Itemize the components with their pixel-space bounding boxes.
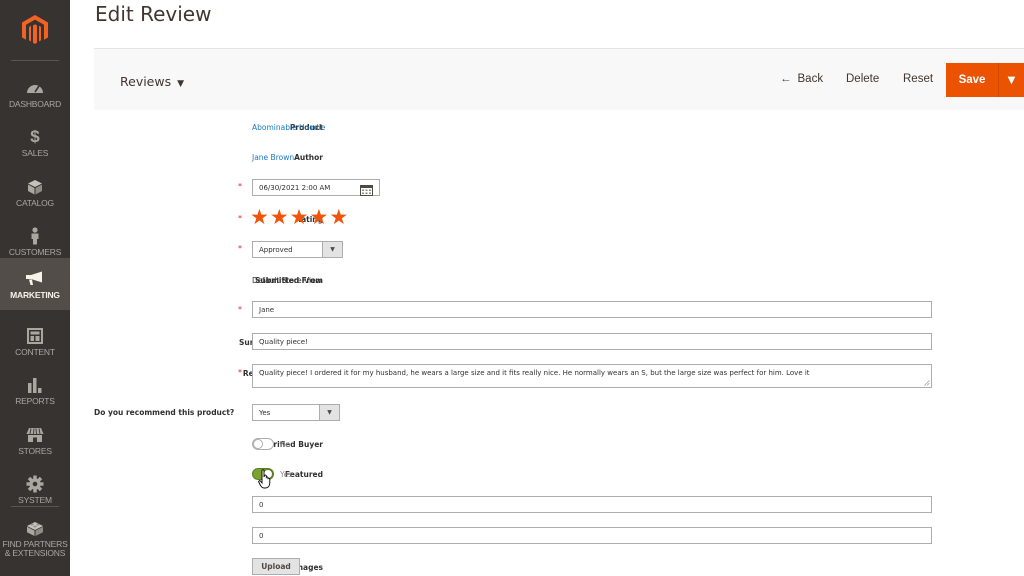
caret-down-icon: ▼ bbox=[1007, 74, 1016, 86]
submitted-from-value: Default Store View bbox=[252, 276, 322, 285]
sidebar-item-content[interactable]: Content bbox=[0, 316, 70, 366]
person-icon bbox=[30, 226, 40, 246]
brick-icon bbox=[26, 518, 44, 538]
box-icon bbox=[27, 177, 43, 197]
caret-down-icon: ▼ bbox=[319, 405, 339, 420]
page-actions-bar: Reviews ▼ ← Back Delete Reset Save ▼ bbox=[94, 48, 1024, 110]
product-link[interactable]: Abominable Hoodie bbox=[252, 123, 325, 132]
magento-logo[interactable] bbox=[0, 0, 70, 60]
review-textarea[interactable]: Quality piece! I ordered it for my husba… bbox=[252, 364, 932, 388]
featured-state: Yes bbox=[280, 470, 293, 479]
votes-positive-input[interactable]: 0 bbox=[252, 496, 932, 513]
back-label: Back bbox=[797, 73, 824, 85]
caret-down-icon: ▼ bbox=[322, 242, 342, 257]
star-icon-5[interactable]: ★ bbox=[329, 207, 348, 228]
admin-sidebar: Dashboard $ Sales Catalog Customers Mark… bbox=[0, 0, 70, 576]
required-marker: * bbox=[238, 305, 242, 314]
store-switcher-label: Reviews bbox=[120, 74, 172, 89]
sidebar-item-sales[interactable]: $ Sales bbox=[0, 117, 70, 167]
star-icon-1[interactable]: ★ bbox=[250, 207, 269, 228]
nickname-input[interactable]: Jane bbox=[252, 301, 932, 318]
recommend-value: Yes bbox=[259, 409, 271, 417]
votes-negative-value: 0 bbox=[259, 532, 264, 540]
sidebar-item-stores[interactable]: Stores bbox=[0, 415, 70, 465]
summary-value: Quality piece! bbox=[259, 338, 308, 346]
star-icon-3[interactable]: ★ bbox=[290, 207, 309, 228]
votes-positive-value: 0 bbox=[259, 501, 264, 509]
resize-handle-icon[interactable] bbox=[924, 380, 930, 386]
nickname-value: Jane bbox=[259, 306, 275, 314]
upload-button[interactable]: Upload bbox=[252, 558, 300, 575]
summary-input[interactable]: Quality piece! bbox=[252, 333, 932, 350]
calendar-icon[interactable] bbox=[360, 181, 373, 200]
gear-icon bbox=[26, 474, 44, 494]
arrow-left-icon: ← bbox=[780, 73, 792, 85]
required-marker: * bbox=[238, 182, 242, 191]
hand-cursor-icon bbox=[258, 469, 271, 489]
dashboard-icon bbox=[26, 78, 44, 98]
sidebar-divider bbox=[11, 506, 59, 507]
logo-divider bbox=[11, 60, 59, 61]
sidebar-item-find-partners[interactable]: Find Partners & Extensions bbox=[0, 512, 70, 564]
required-marker: * bbox=[238, 368, 242, 377]
sidebar-item-catalog[interactable]: Catalog bbox=[0, 167, 70, 217]
delete-button[interactable]: Delete bbox=[846, 73, 879, 85]
back-button[interactable]: ← Back bbox=[780, 73, 823, 85]
required-marker: * bbox=[238, 244, 242, 253]
bar-chart-icon bbox=[27, 375, 43, 395]
layout-icon bbox=[27, 326, 43, 346]
rating-stars[interactable]: ★ ★ ★ ★ ★ bbox=[250, 207, 348, 228]
author-link[interactable]: Jane Brown bbox=[252, 153, 294, 162]
magento-logo-icon bbox=[22, 15, 48, 44]
store-switcher[interactable]: Reviews ▼ bbox=[120, 74, 184, 89]
status-select[interactable]: Approved ▼ bbox=[252, 241, 343, 258]
author-label: Author bbox=[294, 153, 323, 162]
caret-down-icon: ▼ bbox=[177, 79, 185, 89]
sidebar-item-dashboard[interactable]: Dashboard bbox=[0, 68, 70, 118]
star-icon-2[interactable]: ★ bbox=[270, 207, 289, 228]
verified-buyer-toggle[interactable] bbox=[252, 438, 274, 450]
recommend-label: Do you recommend this product? bbox=[94, 408, 235, 417]
sidebar-item-reports[interactable]: Reports bbox=[0, 365, 70, 415]
verified-buyer-state: No bbox=[280, 440, 291, 449]
megaphone-icon bbox=[25, 269, 45, 289]
dollar-icon: $ bbox=[30, 126, 40, 146]
storefront-icon bbox=[26, 425, 44, 445]
status-value: Approved bbox=[259, 246, 293, 254]
recommend-select[interactable]: Yes ▼ bbox=[252, 404, 340, 421]
star-icon-4[interactable]: ★ bbox=[309, 207, 328, 228]
toggle-knob bbox=[253, 439, 263, 449]
page-title: Edit Review bbox=[95, 2, 212, 26]
created-at-value: 06/30/2021 2:00 AM bbox=[259, 184, 331, 192]
sidebar-item-marketing[interactable]: Marketing bbox=[0, 258, 70, 310]
review-value: Quality piece! I ordered it for my husba… bbox=[259, 369, 810, 377]
save-button[interactable]: Save bbox=[946, 63, 998, 97]
votes-negative-input[interactable]: 0 bbox=[252, 527, 932, 544]
save-options-toggle[interactable]: ▼ bbox=[998, 63, 1024, 97]
required-marker: * bbox=[238, 214, 242, 223]
reset-button[interactable]: Reset bbox=[903, 73, 933, 85]
